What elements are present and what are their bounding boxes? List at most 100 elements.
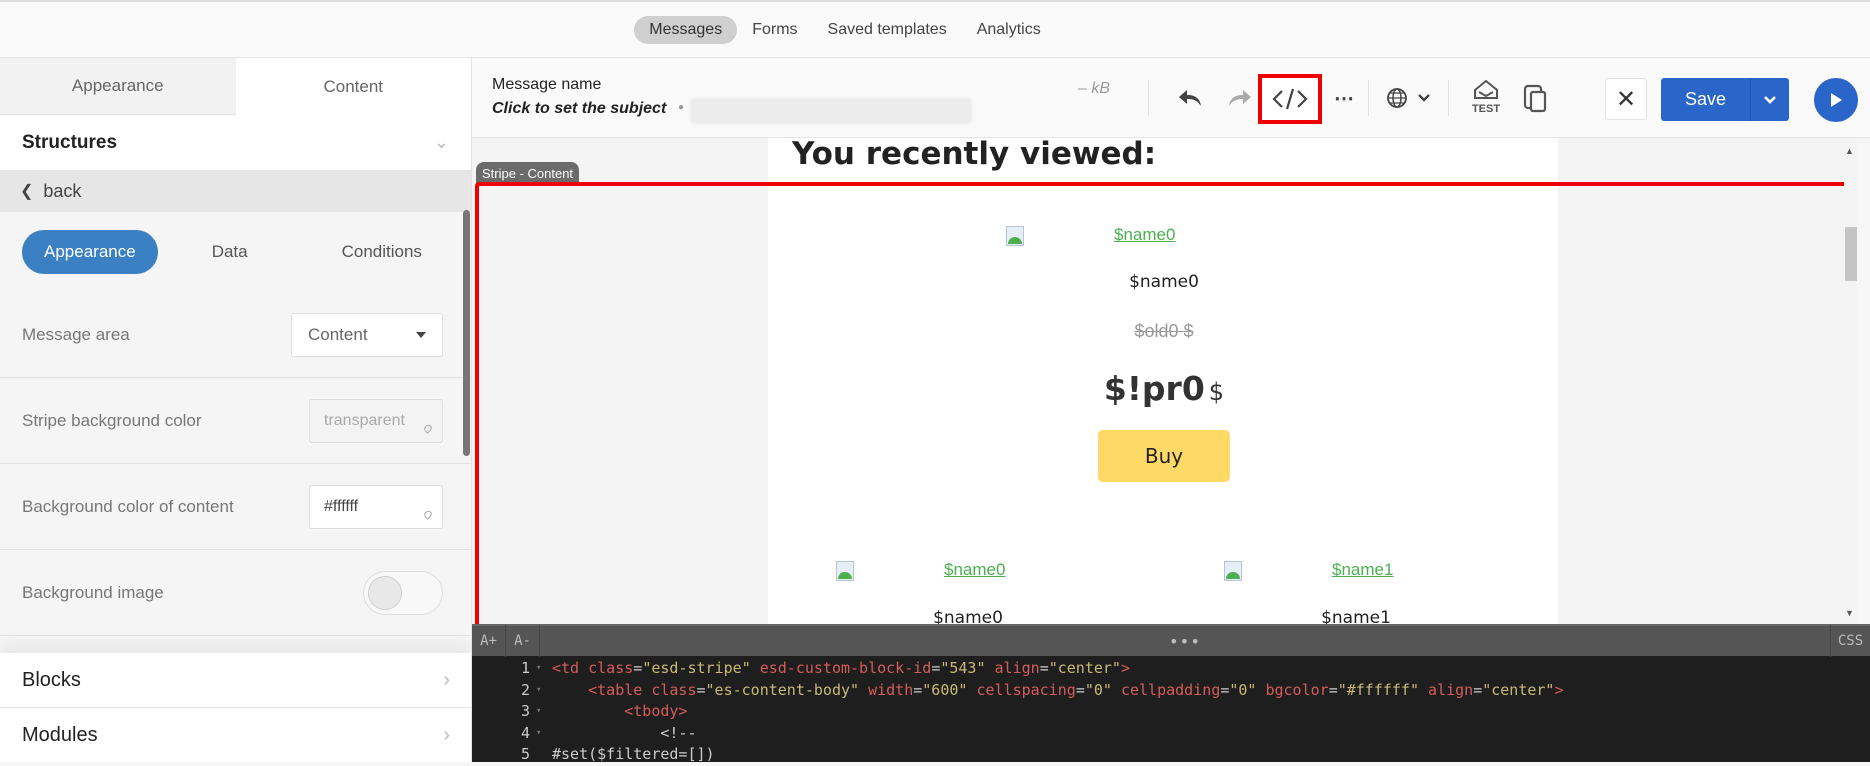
stripe-bg-input[interactable]: transparent [309,398,443,443]
separator-dot: ● [678,102,685,113]
subject-field[interactable]: Click to set the subject [492,100,666,118]
code-text: <td class="esd-stripe" esd-custom-block-… [552,658,1130,680]
preheader-field[interactable] [690,98,972,124]
code-token-str: "esd-stripe" [642,659,751,677]
content-bg-input[interactable]: #ffffff [309,484,443,529]
code-token-tag: <tbody> [624,702,688,720]
chevron-right-icon: › [443,724,450,746]
sidebar-scrollbar[interactable] [463,210,470,456]
language-selector[interactable] [1380,80,1436,116]
divider [1368,80,1369,116]
font-increase-button[interactable]: A+ [472,625,506,657]
stripe-bg-value: transparent [324,411,405,429]
save-options-button[interactable] [1751,78,1789,121]
code-line[interactable]: 2 ▾ <table class="es-content-body" width=… [472,680,1870,702]
code-token-str: "center" [1048,659,1121,677]
code-token-tag: <table [588,680,652,699]
code-lines[interactable]: 1 ▾ <td class="esd-stripe" esd-custom-bloc… [472,656,1870,766]
nav-tab-saved-templates[interactable]: Saved templates [813,16,962,44]
section-heading[interactable]: You recently viewed: [792,138,1156,172]
color-drop-icon [422,508,434,520]
content-bg-value: #ffffff [324,497,359,515]
play-icon [1831,93,1842,107]
code-token-attr: class [651,680,697,699]
sidebar-tab-content[interactable]: Content [235,58,471,115]
code-token-plain: <!-- [660,723,697,742]
message-area-row: Message area Content [0,292,471,378]
fold-icon[interactable]: ▾ [536,658,552,680]
message-area-select[interactable]: Content [291,312,443,357]
globe-icon [1387,88,1407,108]
code-token-attr: cellpadding [1111,680,1221,699]
sidebar-tab-appearance[interactable]: Appearance [0,58,236,115]
chevron-right-icon: › [443,668,450,691]
top-nav: Messages Forms Saved templates Analytics [0,0,1870,58]
bg-image-toggle[interactable] [363,570,443,615]
content-bg-label: Background color of content [22,496,234,516]
structures-title: Structures [22,131,118,153]
code-text: #set($filtered=[]) [552,744,715,766]
code-token-tag: <td [552,659,589,677]
code-token-plain: = [633,659,643,677]
code-line[interactable]: 1 ▾ <td class="esd-stripe" esd-custom-bloc… [472,658,1870,680]
message-name[interactable]: Message name [492,76,601,94]
scroll-down-icon[interactable]: ▼ [1845,608,1854,618]
canvas-scrollbar[interactable]: ▲ ▼ [1844,138,1857,624]
bg-image-row: Background image [0,550,471,636]
send-button[interactable] [1814,78,1858,122]
scroll-thumb[interactable] [1845,227,1857,281]
segment-conditions[interactable]: Conditions [320,230,444,274]
code-token-str: "#ffffff" [1337,680,1419,699]
message-area-value: Content [308,324,368,344]
fold-icon[interactable]: ▾ [536,680,552,702]
stripe-bg-row: Stripe background color transparent [0,378,471,464]
undo-icon[interactable] [1172,80,1208,116]
code-token-attr: width [859,680,914,699]
code-token-plain: = [1220,680,1230,699]
sidebar-bottom-sections: Blocks › Modules › [0,653,471,762]
code-token-attr: align [985,659,1040,677]
code-editor-button[interactable] [1258,74,1322,124]
nav-tab-forms[interactable]: Forms [737,16,812,44]
structures-section-header[interactable]: Structures ⌄ [0,115,471,170]
divider [1148,80,1149,116]
close-icon: ✕ [1615,85,1637,113]
message-size: – kB [1078,80,1111,97]
chevron-left-icon: ❮ [20,183,34,200]
more-icon[interactable]: ⋯ [1330,80,1358,116]
sidebar-tabs: Appearance Content [0,58,471,115]
section-modules[interactable]: Modules › [0,708,471,762]
code-token-plain: = [1075,680,1085,699]
segment-data[interactable]: Data [190,230,270,274]
segment-appearance[interactable]: Appearance [22,230,158,274]
close-button[interactable]: ✕ [1605,78,1647,120]
code-icon [1272,88,1308,110]
code-line[interactable]: 5 #set($filtered=[]) [472,744,1870,766]
scroll-up-icon[interactable]: ▲ [1845,146,1854,156]
color-drop-icon [422,422,434,434]
code-token-tag: > [1120,659,1130,677]
bg-image-label: Background image [22,582,164,602]
redo-icon[interactable] [1222,80,1258,116]
divider [1448,80,1449,116]
fold-icon[interactable]: ▾ [536,723,552,745]
section-blocks[interactable]: Blocks › [0,653,471,708]
nav-tab-messages[interactable]: Messages [634,15,738,44]
css-tab[interactable]: CSS [1830,625,1870,657]
nav-tab-analytics[interactable]: Analytics [962,16,1056,44]
svg-text:TEST: TEST [1472,103,1500,115]
back-button[interactable]: ❮ back [0,170,471,212]
toggle-knob [368,575,402,610]
copy-icon[interactable] [1520,80,1550,116]
test-icon[interactable]: TEST [1468,74,1504,118]
font-decrease-button[interactable]: A- [506,625,540,657]
chevron-down-icon: ⌄ [433,132,449,152]
caret-down-icon [416,331,426,338]
fold-icon[interactable]: ▾ [536,701,552,723]
code-editor: A+ A- ••• CSS 1 ▾ <td class="esd-stripe" e… [472,624,1870,763]
code-line[interactable]: 3 ▾ <tbody> [472,701,1870,723]
code-line[interactable]: 4 ▾ <!-- [472,723,1870,745]
resize-handle[interactable]: ••• [540,632,1830,651]
selected-stripe-outline[interactable] [475,182,1855,624]
save-button[interactable]: Save [1661,78,1751,121]
